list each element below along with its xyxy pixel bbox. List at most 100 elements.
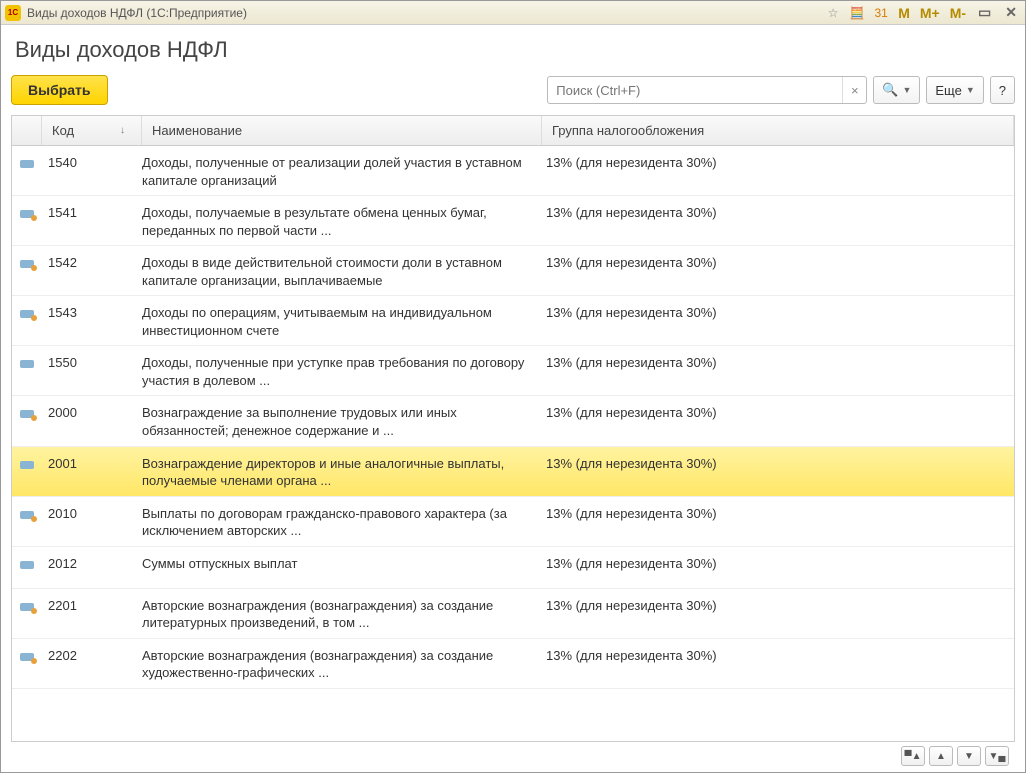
cell-group: 13% (для нерезидента 30%) (542, 597, 1014, 613)
search-icon: 🔍 (882, 82, 898, 98)
row-type-icon (12, 304, 42, 321)
row-type-icon (12, 455, 42, 472)
app-logo: 1С (5, 5, 21, 21)
table-row[interactable]: 2001Вознаграждение директоров и иные ана… (12, 447, 1014, 497)
record-alt-icon (20, 511, 34, 519)
content-area: Виды доходов НДФЛ Выбрать × 🔍 ▼ Еще ▼ ? (1, 25, 1025, 772)
col-code[interactable]: Код ↓ (42, 116, 142, 145)
record-alt-icon (20, 603, 34, 611)
cell-code: 2000 (42, 404, 142, 420)
row-type-icon (12, 254, 42, 271)
record-alt-icon (20, 260, 34, 268)
toolbar: Выбрать × 🔍 ▼ Еще ▼ ? (11, 75, 1015, 105)
record-icon (20, 160, 34, 168)
cell-group: 13% (для нерезидента 30%) (542, 404, 1014, 420)
search-clear-button[interactable]: × (842, 77, 866, 103)
data-table: Код ↓ Наименование Группа налогообложени… (11, 115, 1015, 742)
cell-name: Суммы отпускных выплат (142, 555, 542, 573)
cell-group: 13% (для нерезидента 30%) (542, 354, 1014, 370)
close-button[interactable]: ✕ (1001, 4, 1021, 21)
row-type-icon (12, 505, 42, 522)
chevron-down-icon: ▼ (902, 85, 911, 95)
cell-code: 1550 (42, 354, 142, 370)
table-row[interactable]: 2000Вознаграждение за выполнение трудовы… (12, 396, 1014, 446)
row-type-icon (12, 354, 42, 371)
search-dropdown-button[interactable]: 🔍 ▼ (873, 76, 920, 104)
table-row[interactable]: 2201Авторские вознаграждения (вознагражд… (12, 589, 1014, 639)
search-input[interactable] (548, 77, 842, 103)
col-group[interactable]: Группа налогообложения (542, 116, 1014, 145)
cell-name: Авторские вознаграждения (вознаграждения… (142, 647, 542, 682)
cell-group: 13% (для нерезидента 30%) (542, 505, 1014, 521)
memory-m-button[interactable]: M (896, 5, 912, 21)
row-type-icon (12, 555, 42, 572)
record-alt-icon (20, 653, 34, 661)
footer-nav: ▀▲ ▲ ▼ ▼▄ (11, 742, 1015, 768)
window-title: Виды доходов НДФЛ (1С:Предприятие) (27, 6, 824, 20)
favorite-icon[interactable]: ☆ (824, 4, 842, 22)
table-row[interactable]: 1541Доходы, получаемые в результате обме… (12, 196, 1014, 246)
record-alt-icon (20, 310, 34, 318)
cell-group: 13% (для нерезидента 30%) (542, 154, 1014, 170)
record-alt-icon (20, 210, 34, 218)
table-row[interactable]: 2202Авторские вознаграждения (вознагражд… (12, 639, 1014, 689)
table-body: 1540Доходы, полученные от реализации дол… (12, 146, 1014, 741)
cell-name: Выплаты по договорам гражданско-правовог… (142, 505, 542, 540)
table-row[interactable]: 1542Доходы в виде действительной стоимос… (12, 246, 1014, 296)
cell-group: 13% (для нерезидента 30%) (542, 304, 1014, 320)
titlebar-actions: ☆ 🧮 31 M M+ M- ▭ ✕ (824, 4, 1021, 22)
titlebar: 1С Виды доходов НДФЛ (1С:Предприятие) ☆ … (1, 1, 1025, 25)
record-icon (20, 360, 34, 368)
memory-mplus-button[interactable]: M+ (918, 5, 942, 21)
search-box: × (547, 76, 867, 104)
cell-code: 1543 (42, 304, 142, 320)
calendar-icon[interactable]: 31 (872, 4, 890, 22)
col-name[interactable]: Наименование (142, 116, 542, 145)
record-icon (20, 461, 34, 469)
table-row[interactable]: 2010Выплаты по договорам гражданско-прав… (12, 497, 1014, 547)
cell-code: 1541 (42, 204, 142, 220)
select-button[interactable]: Выбрать (11, 75, 108, 105)
cell-name: Доходы по операциям, учитываемым на инди… (142, 304, 542, 339)
cell-name: Доходы, получаемые в результате обмена ц… (142, 204, 542, 239)
more-label: Еще (935, 83, 961, 98)
cell-name: Доходы в виде действительной стоимости д… (142, 254, 542, 289)
record-alt-icon (20, 410, 34, 418)
cell-name: Вознаграждение директоров и иные аналоги… (142, 455, 542, 490)
memory-mminus-button[interactable]: M- (948, 5, 968, 21)
chevron-down-icon: ▼ (966, 85, 975, 95)
nav-last-button[interactable]: ▼▄ (985, 746, 1009, 766)
table-row[interactable]: 1550Доходы, полученные при уступке прав … (12, 346, 1014, 396)
table-row[interactable]: 1540Доходы, полученные от реализации дол… (12, 146, 1014, 196)
nav-first-button[interactable]: ▀▲ (901, 746, 925, 766)
more-button[interactable]: Еще ▼ (926, 76, 983, 104)
col-icon[interactable] (12, 116, 42, 145)
row-type-icon (12, 647, 42, 664)
window: 1С Виды доходов НДФЛ (1С:Предприятие) ☆ … (0, 0, 1026, 773)
help-button[interactable]: ? (990, 76, 1015, 104)
cell-name: Доходы, полученные при уступке прав треб… (142, 354, 542, 389)
row-type-icon (12, 154, 42, 171)
table-row[interactable]: 2012Суммы отпускных выплат13% (для нерез… (12, 547, 1014, 589)
calculator-icon[interactable]: 🧮 (848, 4, 866, 22)
cell-group: 13% (для нерезидента 30%) (542, 204, 1014, 220)
cell-name: Вознаграждение за выполнение трудовых ил… (142, 404, 542, 439)
cell-code: 2201 (42, 597, 142, 613)
table-header: Код ↓ Наименование Группа налогообложени… (12, 116, 1014, 146)
minimize-button[interactable]: ▭ (974, 4, 995, 21)
cell-code: 2010 (42, 505, 142, 521)
sort-asc-icon: ↓ (120, 125, 125, 136)
record-icon (20, 561, 34, 569)
cell-code: 2202 (42, 647, 142, 663)
cell-group: 13% (для нерезидента 30%) (542, 455, 1014, 471)
table-row[interactable]: 1543Доходы по операциям, учитываемым на … (12, 296, 1014, 346)
cell-code: 1542 (42, 254, 142, 270)
cell-group: 13% (для нерезидента 30%) (542, 254, 1014, 270)
row-type-icon (12, 204, 42, 221)
nav-up-button[interactable]: ▲ (929, 746, 953, 766)
row-type-icon (12, 597, 42, 614)
page-title: Виды доходов НДФЛ (15, 37, 1015, 63)
cell-code: 2001 (42, 455, 142, 471)
cell-name: Авторские вознаграждения (вознаграждения… (142, 597, 542, 632)
nav-down-button[interactable]: ▼ (957, 746, 981, 766)
